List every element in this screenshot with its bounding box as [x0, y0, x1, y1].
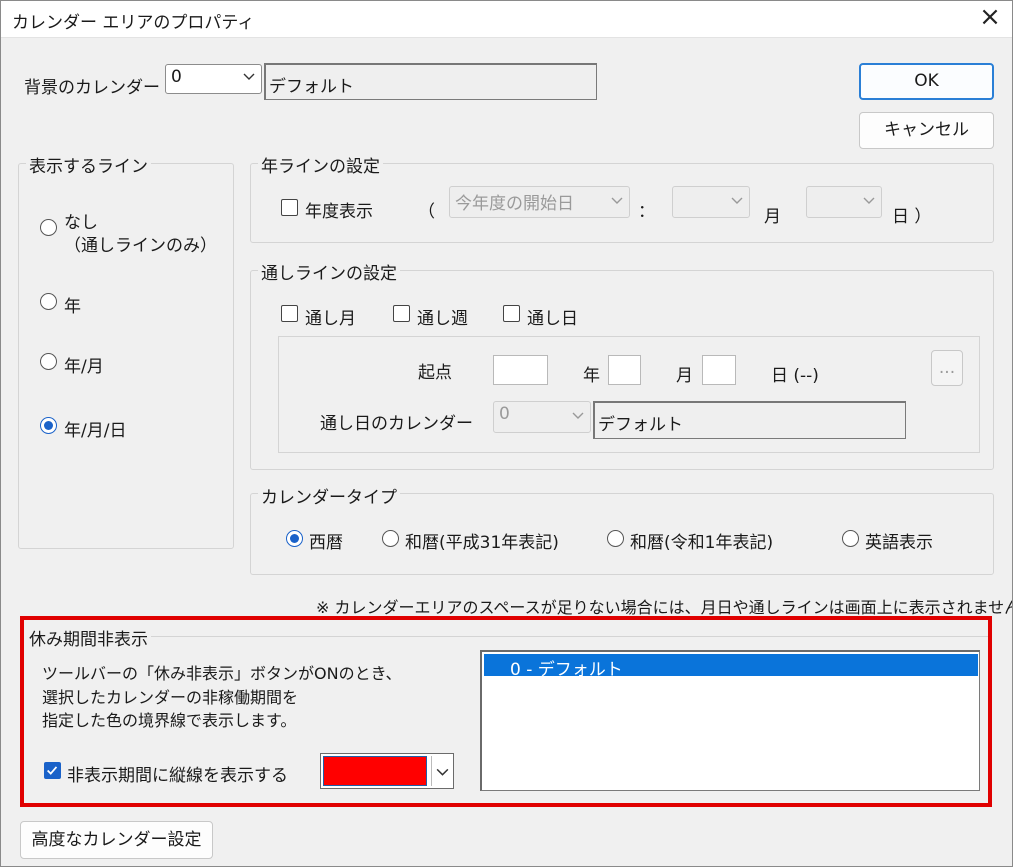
color-swatch	[323, 756, 427, 786]
through-day-checkbox[interactable]	[503, 305, 520, 322]
vertical-line-label: 非表示期間に縦線を表示する	[67, 766, 288, 786]
through-week-label: 通し週	[417, 309, 468, 329]
through-month-label: 通し月	[305, 309, 356, 329]
radio-wareki-reiwa-label: 和暦(令和1年表記)	[630, 533, 774, 553]
chevron-down-icon	[863, 197, 875, 204]
cancel-button[interactable]: キャンセル	[859, 112, 994, 149]
vertical-line-checkbox[interactable]	[44, 762, 61, 779]
start-month-unit: 月	[676, 366, 693, 386]
radio-year-month-day-label: 年/月/日	[64, 421, 127, 441]
advanced-calendar-settings-button[interactable]: 高度なカレンダー設定	[20, 821, 213, 859]
through-calendar-name: デフォルト	[598, 415, 683, 435]
radio-english[interactable]	[842, 530, 859, 547]
fiscal-year-label: 年度表示	[305, 202, 373, 222]
holiday-desc-line1: ツールバーの「休み非表示」ボタンがONのとき、	[42, 664, 402, 683]
through-week-checkbox[interactable]	[393, 305, 410, 322]
fiscal-year-checkbox[interactable]	[281, 199, 298, 216]
chevron-down-icon	[243, 73, 255, 80]
radio-year-label: 年	[64, 297, 81, 317]
background-calendar-value: 0	[171, 67, 182, 87]
fiscal-start-select[interactable]: 今年度の開始日	[449, 186, 630, 218]
chevron-down-icon	[572, 412, 584, 419]
fiscal-start-value: 今年度の開始日	[455, 194, 574, 214]
start-day-unit: 日 (--)	[771, 366, 819, 386]
open-paren: （	[418, 202, 435, 222]
chevron-down-icon	[731, 197, 743, 204]
radio-english-label: 英語表示	[865, 533, 933, 553]
through-calendar-name-field: デフォルト	[593, 401, 906, 439]
radio-western[interactable]	[286, 530, 303, 547]
background-calendar-select[interactable]: 0	[165, 64, 262, 94]
radio-wareki-reiwa[interactable]	[607, 530, 624, 547]
through-calendar-select[interactable]: 0	[493, 401, 591, 433]
chevron-down-icon	[436, 768, 449, 776]
radio-year-month[interactable]	[40, 353, 57, 370]
start-day-input[interactable]	[702, 355, 736, 385]
radio-none[interactable]	[40, 219, 57, 236]
holiday-calendar-list[interactable]: 0 - デフォルト	[480, 650, 980, 791]
holiday-desc-line3: 指定した色の境界線で表示します。	[42, 711, 297, 730]
holiday-group-title: 休み期間非表示	[26, 625, 151, 650]
fiscal-month-select[interactable]	[672, 186, 750, 218]
radio-year-month-day[interactable]	[40, 417, 57, 434]
start-point-label: 起点	[418, 363, 452, 383]
close-icon[interactable]: ×	[977, 3, 1003, 31]
calendar-type-group-title: カレンダータイプ	[258, 483, 400, 508]
window-title: カレンダー エリアのプロパティ	[12, 13, 255, 33]
background-calendar-label: 背景のカレンダー	[24, 78, 160, 98]
ellipsis-button[interactable]: ...	[931, 350, 963, 386]
radio-none-sublabel: （通しラインのみ）	[64, 236, 217, 256]
through-calendar-label: 通し日のカレンダー	[320, 414, 473, 434]
list-item-label: 0 - デフォルト	[510, 660, 623, 680]
radio-wareki-heisei-label: 和暦(平成31年表記)	[405, 533, 559, 553]
holiday-desc-line2: 選択したカレンダーの非稼働期間を	[42, 688, 299, 707]
chevron-down-icon	[611, 197, 623, 204]
fiscal-month-unit: 月	[764, 207, 781, 227]
start-year-input[interactable]	[493, 355, 548, 385]
background-calendar-name-field: デフォルト	[264, 63, 597, 100]
color-divider	[431, 756, 432, 786]
through-line-group-title: 通しラインの設定	[258, 259, 400, 284]
through-calendar-value: 0	[499, 404, 510, 424]
start-year-unit: 年	[583, 366, 600, 386]
start-month-input[interactable]	[608, 355, 641, 385]
year-line-group-title: 年ラインの設定	[258, 152, 383, 177]
background-calendar-name: デフォルト	[269, 77, 354, 97]
radio-western-label: 西暦	[309, 533, 343, 553]
checkmark-icon	[47, 766, 58, 775]
display-line-group-title: 表示するライン	[26, 152, 151, 177]
fiscal-day-unit: 日 ）	[892, 207, 932, 227]
fiscal-day-select[interactable]	[806, 186, 882, 218]
list-item[interactable]: 0 - デフォルト	[484, 654, 978, 680]
ok-button[interactable]: OK	[859, 63, 994, 100]
note-text: ※ カレンダーエリアのスペースが足りない場合には、月日や通しラインは画面上に表示…	[316, 598, 1013, 617]
radio-year[interactable]	[40, 293, 57, 310]
through-day-label: 通し日	[527, 309, 578, 329]
radio-wareki-heisei[interactable]	[382, 530, 399, 547]
colon: ：	[638, 202, 655, 222]
color-picker-select[interactable]	[320, 753, 454, 789]
radio-none-label: なし	[64, 213, 98, 233]
through-month-checkbox[interactable]	[281, 305, 298, 322]
holiday-group-line	[28, 636, 988, 637]
radio-year-month-label: 年/月	[64, 357, 104, 377]
